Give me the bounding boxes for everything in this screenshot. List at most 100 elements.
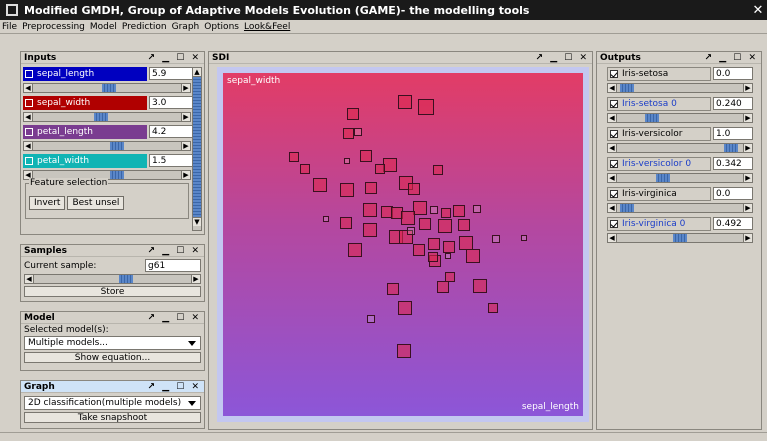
scroll-thumb[interactable] [193, 77, 201, 217]
frame-controls[interactable]: ↗ ▁ ☐ ✕ [148, 382, 201, 392]
frame-controls[interactable]: ↗ ▁ ☐ ✕ [148, 53, 201, 63]
menu-options[interactable]: Options [204, 22, 239, 32]
input-label-sepal-width[interactable]: sepal_width [23, 96, 147, 110]
output-value[interactable]: 0.0 [713, 67, 753, 80]
graph-type-select[interactable]: 2D classification(multiple models) [24, 396, 201, 410]
take-snapshot-button[interactable]: Take snapshoot [24, 412, 201, 423]
checkbox-icon[interactable] [25, 128, 33, 136]
input-label-petal-length[interactable]: petal_length [23, 125, 147, 139]
right-arrow-icon[interactable]: ▶ [743, 144, 752, 152]
menu-model[interactable]: Model [90, 22, 117, 32]
current-sample-field[interactable]: g61 [145, 259, 201, 272]
output-value[interactable]: 0.492 [713, 217, 753, 230]
right-arrow-icon[interactable]: ▶ [181, 84, 190, 92]
input-value-sepal-width[interactable]: 3.0 [149, 96, 193, 109]
input-value-sepal-length[interactable]: 5.9 [149, 67, 193, 80]
checkbox-icon[interactable] [25, 99, 33, 107]
scroll-up-icon[interactable]: ▲ [193, 68, 201, 77]
menu-prediction[interactable]: Prediction [122, 22, 167, 32]
output-slider[interactable]: ◀ ▶ [607, 113, 753, 123]
left-arrow-icon[interactable]: ◀ [608, 234, 617, 242]
right-arrow-icon[interactable]: ▶ [181, 171, 190, 179]
best-unsel-button[interactable]: Best unsel [67, 196, 125, 210]
slider-thumb[interactable] [102, 84, 116, 92]
slider-thumb[interactable] [724, 144, 738, 152]
output-slider[interactable]: ◀ ▶ [607, 203, 753, 213]
output-label[interactable]: Iris-setosa [607, 67, 711, 81]
right-arrow-icon[interactable]: ▶ [191, 275, 200, 283]
output-label[interactable]: Iris-virginica [607, 187, 711, 201]
model-select[interactable]: Multiple models... [24, 336, 201, 350]
checkbox-icon[interactable] [610, 130, 618, 138]
input-label-sepal-length[interactable]: sepal_length [23, 67, 147, 81]
checkbox-icon[interactable] [25, 157, 33, 165]
slider-thumb[interactable] [119, 275, 133, 283]
input-slider-sepal-width[interactable]: ◀ ▶ [23, 112, 191, 122]
frame-controls[interactable]: ↗ ▁ ☐ ✕ [148, 313, 201, 323]
right-arrow-icon[interactable]: ▶ [743, 114, 752, 122]
output-label[interactable]: Iris-virginica 0 [607, 217, 711, 231]
checkbox-icon[interactable] [610, 70, 618, 78]
input-slider-petal-length[interactable]: ◀ ▶ [23, 141, 191, 151]
right-arrow-icon[interactable]: ▶ [743, 174, 752, 182]
slider-thumb[interactable] [110, 171, 124, 179]
right-arrow-icon[interactable]: ▶ [743, 234, 752, 242]
right-arrow-icon[interactable]: ▶ [743, 204, 752, 212]
inputs-scrollbar[interactable]: ▲ ▼ [192, 67, 202, 231]
left-arrow-icon[interactable]: ◀ [608, 84, 617, 92]
input-value-petal-width[interactable]: 1.5 [149, 154, 193, 167]
checkbox-icon[interactable] [610, 160, 618, 168]
output-slider[interactable]: ◀ ▶ [607, 233, 753, 243]
slider-thumb[interactable] [94, 113, 108, 121]
right-arrow-icon[interactable]: ▶ [743, 84, 752, 92]
frame-controls[interactable]: ↗ ▁ ☐ ✕ [705, 53, 758, 63]
input-slider-sepal-length[interactable]: ◀ ▶ [23, 83, 191, 93]
slider-thumb[interactable] [110, 142, 124, 150]
menu-look-and-feel[interactable]: Look&Feel [244, 22, 290, 32]
frame-controls[interactable]: ↗ ▁ ☐ ✕ [536, 53, 589, 63]
input-value-petal-length[interactable]: 4.2 [149, 125, 193, 138]
window-menu-icon[interactable] [6, 4, 18, 16]
slider-thumb[interactable] [620, 84, 634, 92]
output-row: Iris-virginica 0.0 [607, 187, 758, 201]
menu-file[interactable]: File [2, 22, 17, 32]
output-label[interactable]: Iris-versicolor [607, 127, 711, 141]
slider-thumb[interactable] [620, 204, 634, 212]
left-arrow-icon[interactable]: ◀ [24, 113, 33, 121]
output-label[interactable]: Iris-setosa 0 [607, 97, 711, 111]
slider-thumb[interactable] [673, 234, 687, 242]
close-icon[interactable]: ✕ [749, 3, 767, 18]
checkbox-icon[interactable] [610, 190, 618, 198]
output-label[interactable]: Iris-versicolor 0 [607, 157, 711, 171]
store-button[interactable]: Store [24, 286, 201, 297]
left-arrow-icon[interactable]: ◀ [25, 275, 34, 283]
checkbox-icon[interactable] [25, 70, 33, 78]
output-slider[interactable]: ◀ ▶ [607, 143, 753, 153]
menu-preprocessing[interactable]: Preprocessing [22, 22, 85, 32]
left-arrow-icon[interactable]: ◀ [608, 144, 617, 152]
slider-thumb[interactable] [656, 174, 670, 182]
output-value[interactable]: 1.0 [713, 127, 753, 140]
show-equation-button[interactable]: Show equation... [24, 352, 201, 363]
left-arrow-icon[interactable]: ◀ [608, 114, 617, 122]
output-value[interactable]: 0.342 [713, 157, 753, 170]
checkbox-icon[interactable] [610, 220, 618, 228]
slider-thumb[interactable] [645, 114, 659, 122]
left-arrow-icon[interactable]: ◀ [24, 84, 33, 92]
output-value[interactable]: 0.0 [713, 187, 753, 200]
output-slider[interactable]: ◀ ▶ [607, 173, 753, 183]
output-value[interactable]: 0.240 [713, 97, 753, 110]
invert-button[interactable]: Invert [29, 196, 66, 210]
input-label-petal-width[interactable]: petal_width [23, 154, 147, 168]
right-arrow-icon[interactable]: ▶ [181, 113, 190, 121]
output-slider[interactable]: ◀ ▶ [607, 83, 753, 93]
right-arrow-icon[interactable]: ▶ [181, 142, 190, 150]
left-arrow-icon[interactable]: ◀ [608, 174, 617, 182]
checkbox-icon[interactable] [610, 100, 618, 108]
scroll-down-icon[interactable]: ▼ [193, 217, 201, 226]
left-arrow-icon[interactable]: ◀ [24, 142, 33, 150]
samples-slider[interactable]: ◀ ▶ [24, 274, 201, 284]
frame-controls[interactable]: ↗ ▁ ☐ ✕ [148, 246, 201, 256]
left-arrow-icon[interactable]: ◀ [608, 204, 617, 212]
menu-graph[interactable]: Graph [172, 22, 200, 32]
